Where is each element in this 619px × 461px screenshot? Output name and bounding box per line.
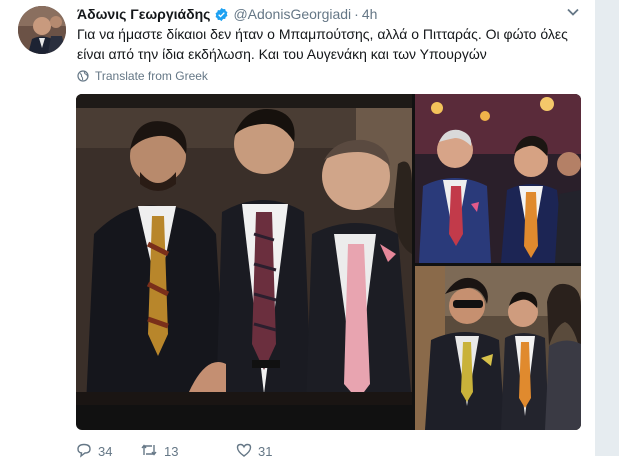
page-gutter <box>595 0 619 456</box>
reply-count: 34 <box>98 443 113 459</box>
photo-top-right[interactable] <box>415 94 581 263</box>
translate-label: Translate from Greek <box>95 69 208 83</box>
reply-icon <box>76 442 92 461</box>
tweet-actions: 34 13 31 <box>76 441 316 461</box>
author-handle[interactable]: @AdonisGeorgiadi <box>233 6 351 22</box>
like-count: 31 <box>258 443 273 459</box>
retweet-icon <box>140 442 158 461</box>
retweet-button[interactable]: 13 <box>140 442 236 461</box>
avatar[interactable] <box>18 6 66 54</box>
like-icon <box>236 442 252 461</box>
translate-link[interactable]: Translate from Greek <box>77 68 208 84</box>
author-name[interactable]: Άδωνις Γεωργιάδης <box>77 6 210 22</box>
separator-dot: · <box>354 6 359 22</box>
photo-main[interactable] <box>76 94 412 405</box>
photo-bottom-right[interactable] <box>415 266 581 430</box>
retweet-count: 13 <box>164 443 179 459</box>
verified-icon <box>214 7 229 22</box>
tweet-card: Άδωνις Γεωργιάδης @AdonisGeorgiadi · 4h … <box>0 0 595 459</box>
like-button[interactable]: 31 <box>236 442 316 461</box>
tweet-text: Για να ήμαστε δίκαιοι δεν ήταν ο Μπαμπού… <box>77 26 568 62</box>
reply-button[interactable]: 34 <box>76 442 140 461</box>
chevron-down-icon[interactable] <box>566 5 580 19</box>
media-grid <box>76 94 581 430</box>
globe-icon <box>77 70 89 82</box>
tweet-header: Άδωνις Γεωργιάδης @AdonisGeorgiadi · 4h <box>77 5 377 23</box>
tweet-timestamp[interactable]: 4h <box>362 6 378 22</box>
